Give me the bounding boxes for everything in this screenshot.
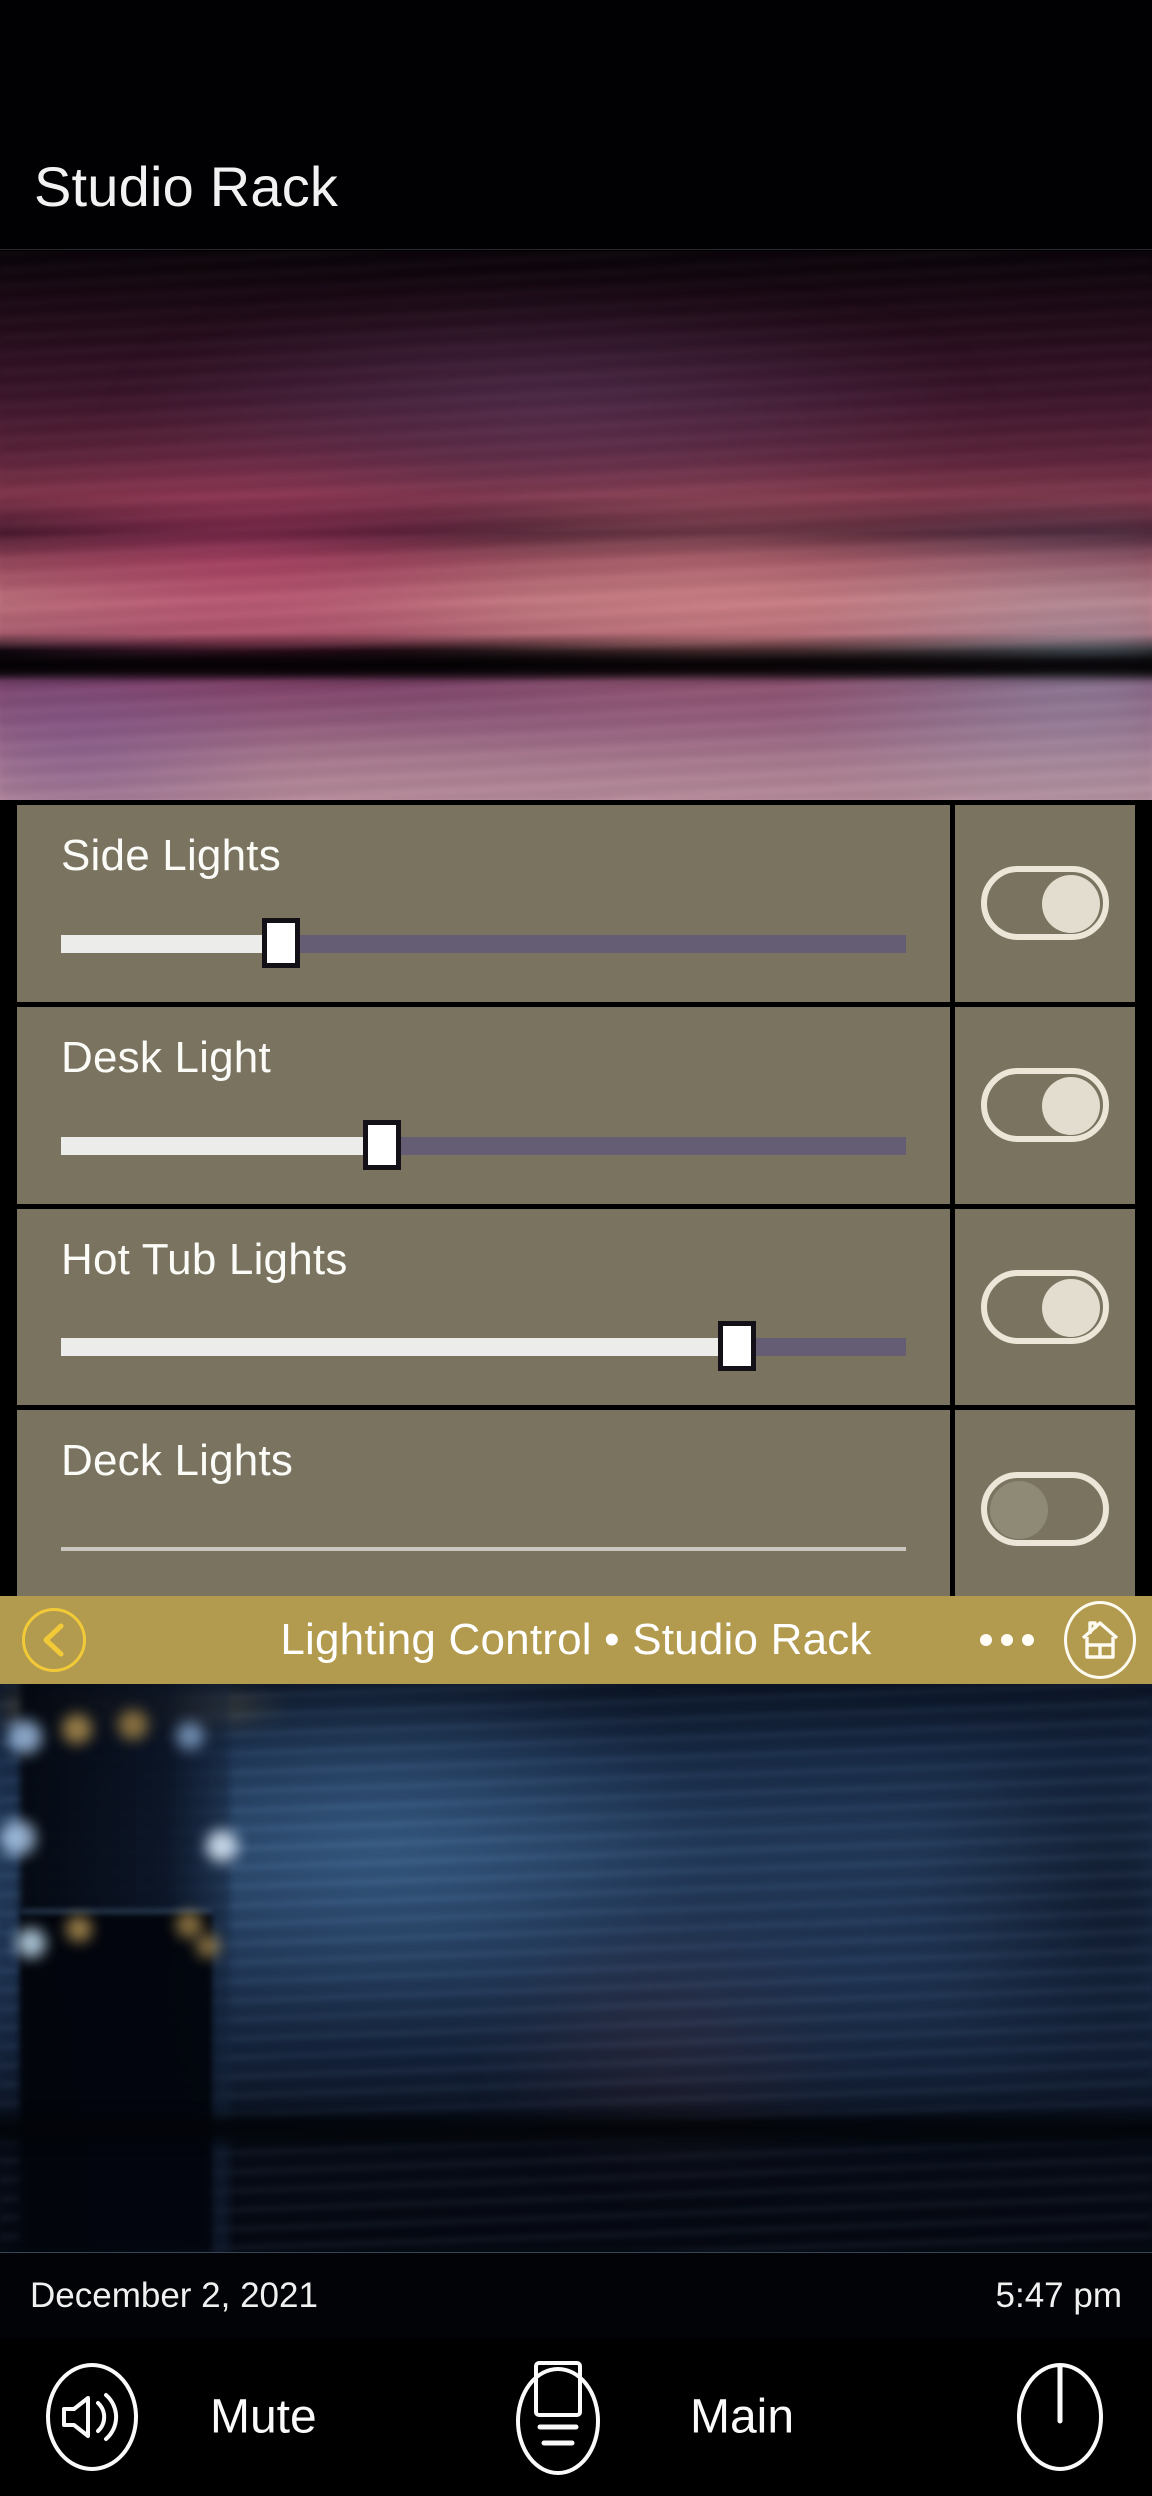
slider-fill <box>61 1136 383 1155</box>
power-toggle-switch[interactable] <box>981 1269 1109 1344</box>
lighting-control-panel: Side Lights Desk Light Hot Tub Lights De… <box>12 800 1140 1612</box>
brightness-slider[interactable] <box>61 1321 906 1372</box>
main-label: Main <box>690 2390 795 2444</box>
light-row-main[interactable]: Hot Tub Lights <box>17 1208 955 1406</box>
lighting-nav-bar: Lighting Control • Studio Rack <box>0 1596 1152 1684</box>
photo-bottom-shadow-band <box>0 2116 1152 2142</box>
slider-fill <box>61 934 281 953</box>
main-button[interactable]: Main <box>690 2390 794 2445</box>
slider-thumb[interactable] <box>363 1119 402 1170</box>
light-row-toggle-cell[interactable] <box>955 1410 1135 1607</box>
background-photo-bottom <box>0 1684 1152 2252</box>
bokeh-light <box>176 1722 204 1750</box>
slider-fill <box>61 1547 906 1551</box>
slider-thumb[interactable] <box>718 1321 756 1372</box>
status-bar: December 2, 2021 5:47 pm <box>0 2252 1152 2338</box>
home-icon <box>1081 1621 1119 1659</box>
light-row-toggle-cell[interactable] <box>955 1208 1135 1406</box>
light-row: Deck Lights <box>17 1410 1135 1607</box>
power-button[interactable] <box>1012 2357 1108 2477</box>
bokeh-light <box>62 1714 92 1744</box>
light-row-toggle-cell[interactable] <box>955 1006 1135 1204</box>
home-button[interactable] <box>1064 1601 1136 1679</box>
device-button[interactable] <box>510 2357 606 2477</box>
power-icon <box>1017 2363 1103 2471</box>
bokeh-light <box>206 1830 238 1862</box>
status-date: December 2, 2021 <box>30 2275 318 2315</box>
light-row-label: Side Lights <box>61 831 281 880</box>
top-title-bar: Studio Rack <box>0 0 1152 250</box>
bokeh-light <box>196 1934 220 1958</box>
brightness-slider[interactable] <box>61 917 906 968</box>
mute-label: Mute <box>210 2390 317 2444</box>
photo-bottom-post-lower <box>22 1910 212 2252</box>
page-title: Studio Rack <box>34 155 339 218</box>
dot <box>1001 1634 1013 1646</box>
bokeh-light <box>16 1928 46 1958</box>
bokeh-light <box>66 1916 92 1942</box>
light-row: Desk Light <box>17 1006 1135 1209</box>
brightness-slider <box>61 1537 906 1561</box>
bokeh-light <box>118 1710 148 1740</box>
light-row-toggle-cell[interactable] <box>955 805 1135 1002</box>
status-time: 5:47 pm <box>995 2275 1122 2315</box>
light-row-label: Desk Light <box>61 1032 271 1082</box>
app-screen: Studio Rack Side Lights Desk Light Hot T… <box>0 0 1152 2496</box>
bokeh-light <box>8 1720 42 1754</box>
bokeh-light <box>176 1912 202 1938</box>
background-photo-top <box>0 251 1152 800</box>
slider-thumb[interactable] <box>261 917 300 968</box>
volume-button[interactable] <box>44 2362 140 2472</box>
power-toggle-switch[interactable] <box>981 1471 1109 1546</box>
light-row: Side Lights <box>17 805 1135 1007</box>
remote-device-icon <box>516 2361 600 2475</box>
power-toggle-switch[interactable] <box>981 1068 1109 1143</box>
bottom-action-bar: Mute Main <box>0 2338 1152 2496</box>
light-row-label: Hot Tub Lights <box>61 1234 348 1284</box>
dot <box>980 1634 992 1646</box>
bokeh-light <box>0 1820 36 1856</box>
light-row-label: Deck Lights <box>61 1436 294 1486</box>
photo-top-deck-texture <box>0 251 1152 800</box>
light-row-main[interactable]: Deck Lights <box>17 1410 955 1607</box>
light-row-main[interactable]: Desk Light <box>17 1006 955 1204</box>
dot <box>1022 1634 1034 1646</box>
slider-fill <box>61 1338 737 1357</box>
toggle-knob <box>1042 1077 1100 1136</box>
power-toggle-switch[interactable] <box>981 866 1109 941</box>
toggle-knob <box>1042 875 1100 934</box>
overflow-menu-icon[interactable] <box>980 1634 1034 1646</box>
photo-top-shadow-band <box>0 655 1152 677</box>
light-row: Hot Tub Lights <box>17 1208 1135 1411</box>
toggle-knob <box>1042 1278 1100 1337</box>
light-row-main[interactable]: Side Lights <box>17 805 955 1002</box>
speaker-volume-icon <box>46 2363 138 2471</box>
toggle-knob <box>990 1480 1048 1539</box>
mute-button[interactable]: Mute <box>210 2390 317 2445</box>
brightness-slider[interactable] <box>61 1119 906 1170</box>
